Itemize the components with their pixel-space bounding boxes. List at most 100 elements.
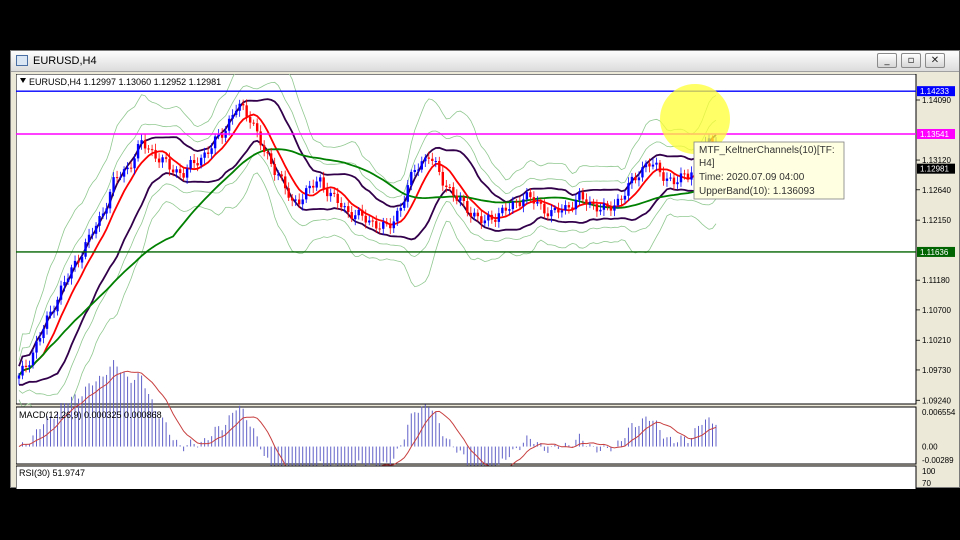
candle-body (560, 210, 564, 213)
candle-body (368, 220, 371, 223)
candle-body (686, 173, 690, 180)
candle-body (378, 228, 381, 230)
candle-body (298, 199, 301, 205)
candle-body (371, 220, 374, 222)
candle-body (392, 221, 395, 229)
candle-body (266, 152, 269, 154)
candle-body (161, 157, 164, 163)
candle-body (396, 210, 399, 222)
candle-body (571, 207, 574, 210)
candle-body (154, 149, 157, 159)
candle-body (301, 199, 304, 205)
candle-body (70, 267, 73, 279)
candle-body (410, 172, 413, 186)
candle-body (364, 215, 367, 223)
candle-body (350, 212, 353, 220)
candle-body (150, 149, 154, 151)
macd-tick-label: 0.00 (922, 443, 938, 452)
candle-body (210, 148, 213, 154)
chart-plot-area[interactable]: EURUSD,H4 1.12997 1.13060 1.12952 1.1298… (16, 74, 956, 489)
y-tick-label: 1.11180 (922, 276, 950, 285)
rsi-tick-label: 70 (922, 479, 931, 488)
candle-body (192, 159, 196, 164)
candle-body (63, 281, 66, 286)
candle-body (269, 153, 273, 164)
candle-body (87, 234, 91, 243)
candle-body (108, 191, 112, 209)
candle-body (469, 212, 473, 217)
candle-body (220, 134, 224, 138)
candle-body (424, 157, 427, 162)
candle-body (336, 193, 339, 204)
tooltip: MTF_KeltnerChannels(10)[TF: H4] Time: 20… (693, 141, 845, 200)
candle-body (59, 285, 63, 300)
candle-body (305, 188, 308, 200)
candle-body (553, 207, 557, 211)
level-price-label: 1.14233 (920, 87, 949, 96)
title-bar[interactable]: EURUSD,H4 _ ▫ ✕ (11, 51, 959, 72)
candle-body (294, 199, 297, 201)
candle-body (147, 148, 150, 150)
candle-body (641, 167, 644, 178)
candle-body (290, 197, 294, 201)
candle-body (361, 209, 364, 216)
candle-body (581, 192, 585, 200)
candle-body (77, 260, 80, 263)
minimize-button[interactable]: _ (877, 53, 897, 68)
candle-body (420, 161, 423, 170)
chart-window-icon (16, 55, 28, 66)
candle-body (406, 185, 409, 202)
candle-body (476, 212, 480, 217)
candle-body (595, 204, 599, 212)
candle-body (455, 195, 459, 201)
candle-body (655, 162, 658, 165)
candle-body (35, 341, 38, 353)
candle-body (227, 118, 231, 131)
candle-body (452, 187, 455, 196)
candle-body (644, 163, 648, 168)
y-tick-label: 1.09240 (922, 396, 951, 405)
candle-body (38, 338, 42, 342)
candle-body (140, 140, 143, 145)
candle-body (143, 140, 147, 149)
candle-body (52, 311, 56, 313)
candle-body (245, 105, 248, 117)
candle-body (403, 201, 406, 208)
maximize-button[interactable]: ▫ (901, 53, 921, 68)
candle-body (329, 192, 332, 197)
candle-body (17, 375, 21, 379)
candle-body (497, 213, 501, 222)
y-tick-label: 1.10210 (922, 336, 951, 345)
candle-body (248, 116, 252, 123)
candle-body (389, 224, 392, 229)
candle-body (466, 201, 469, 213)
candle-body (658, 162, 662, 173)
candle-body (287, 188, 290, 198)
close-button[interactable]: ✕ (925, 53, 945, 68)
candle-body (182, 173, 185, 178)
candle-body (648, 163, 651, 167)
main-price-panel (16, 74, 917, 405)
candle-body (413, 169, 416, 173)
candle-body (637, 177, 641, 181)
candle-body (122, 169, 126, 177)
candle-body (634, 176, 637, 181)
candle-body (115, 177, 119, 179)
candle-body (241, 103, 245, 106)
main-header-text: EURUSD,H4 1.12997 1.13060 1.12952 1.1298… (29, 77, 221, 87)
tooltip-line-4: UpperBand(10): 1.136093 (699, 186, 815, 197)
candle-body (178, 169, 182, 174)
level-price-label: 1.11636 (920, 248, 949, 257)
candle-body (213, 136, 217, 149)
candle-body (532, 197, 536, 204)
candle-body (340, 203, 343, 208)
candle-body (602, 203, 606, 210)
candle-body (157, 158, 161, 163)
candle-body (504, 207, 508, 211)
candle-body (662, 172, 665, 181)
candle-body (567, 205, 571, 208)
y-tick-label: 1.14090 (922, 96, 951, 105)
candle-body (683, 173, 686, 175)
candle-body (578, 192, 581, 200)
candle-body (98, 216, 101, 226)
